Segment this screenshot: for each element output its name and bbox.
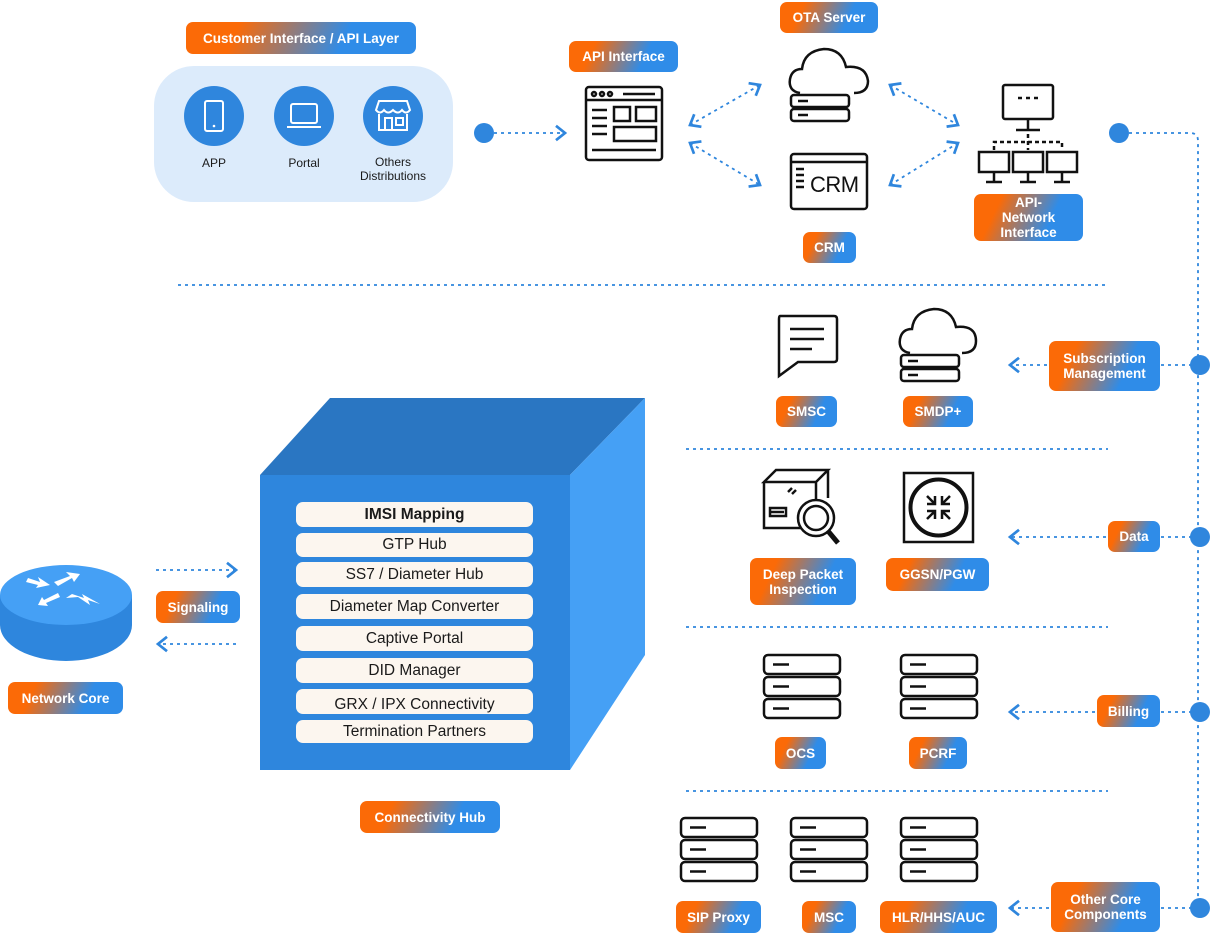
hub-item-imsi-mapping: IMSI Mapping [296,502,533,527]
hub-item-gtp-hub: GTP Hub [296,533,533,557]
hub-item-did-manager: DID Manager [296,658,533,683]
connectivity-hub-cube [260,398,645,770]
connectivity-hub-label: Connectivity Hub [360,801,500,833]
hub-item-grx-ipx-connectivity: GRX / IPX Connectivity [296,689,533,714]
hub-item-diameter-map-converter: Diameter Map Converter [296,594,533,619]
hub-item-termination-partners: Termination Partners [296,720,533,743]
hub-item-captive-portal: Captive Portal [296,626,533,651]
hub-item-ss7-diameter-hub: SS7 / Diameter Hub [296,562,533,587]
